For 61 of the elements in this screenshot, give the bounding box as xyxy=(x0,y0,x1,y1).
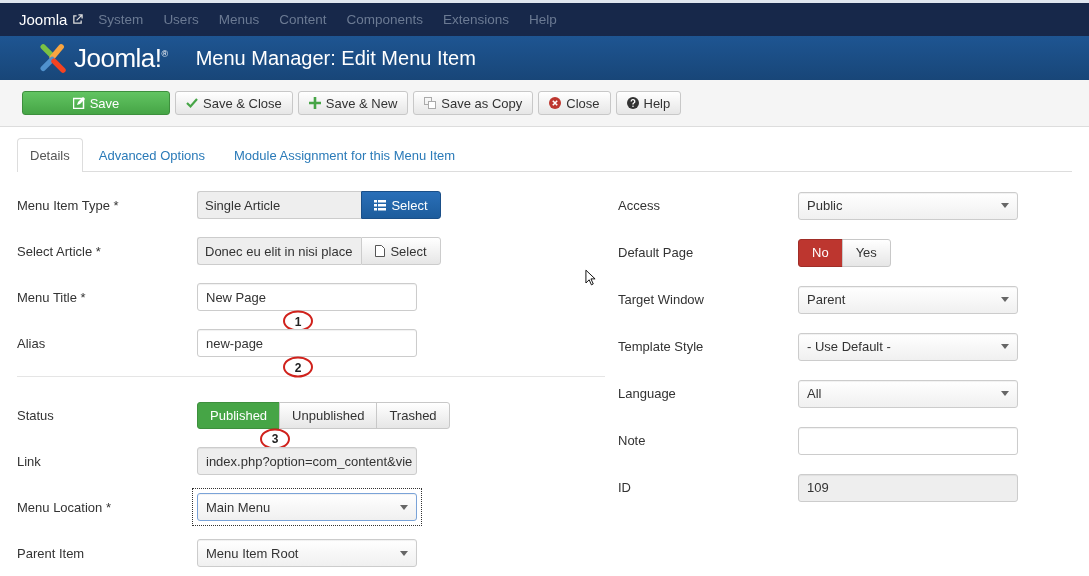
toolbar-button[interactable]: Help xyxy=(615,91,682,115)
close-icon xyxy=(549,97,562,109)
field-label: Template Style xyxy=(618,339,705,354)
select-dropdown[interactable]: Main Menu xyxy=(197,493,417,521)
toggle-button[interactable]: Yes xyxy=(841,238,891,267)
field-label: Language xyxy=(618,386,677,401)
text-field[interactable]: new-page xyxy=(197,329,417,357)
toolbar-button[interactable]: Save & Close xyxy=(175,91,293,115)
text-field[interactable]: New Page xyxy=(197,283,417,311)
field-label: Note xyxy=(618,433,647,448)
select-button[interactable]: Select xyxy=(361,191,441,219)
readonly-field: 109 xyxy=(798,473,1018,502)
toolbar-button[interactable]: Close xyxy=(538,91,611,115)
caret-icon xyxy=(1001,344,1009,349)
logo-text: Joomla!$^{®}$ xyxy=(74,42,168,74)
readonly-field: Donec eu elit in nisi place xyxy=(197,237,361,265)
mouse-cursor-icon xyxy=(585,269,596,286)
text-field[interactable] xyxy=(798,426,1018,455)
status-toggle-button[interactable]: Trashed xyxy=(376,401,450,429)
field-label: Alias xyxy=(17,335,47,351)
help-icon xyxy=(626,97,639,109)
brand-link[interactable]: Joomla xyxy=(19,11,68,28)
caret-icon xyxy=(1001,203,1009,208)
field-label: Select Article * xyxy=(17,243,102,259)
status-toggle-button[interactable]: Unpublished xyxy=(279,401,378,429)
caret-icon xyxy=(1001,297,1009,302)
external-link-icon xyxy=(72,14,84,25)
select-dropdown[interactable]: Public xyxy=(798,191,1018,220)
field-label: Target Window xyxy=(618,292,705,307)
field-label: Default Page xyxy=(618,245,695,260)
field-label: Access xyxy=(618,198,661,213)
caret-icon xyxy=(1001,391,1009,396)
caret-icon xyxy=(400,504,408,510)
edit-icon xyxy=(72,97,85,109)
plus-icon xyxy=(308,97,321,109)
tab[interactable]: Module Assignment for this Menu Item xyxy=(221,138,469,172)
field-label: ID xyxy=(618,480,632,495)
toolbar-button[interactable]: Save & New xyxy=(297,91,409,115)
select-dropdown[interactable]: - Use Default - xyxy=(798,332,1018,361)
check-icon xyxy=(186,97,198,109)
field-label: Menu Item Type * xyxy=(17,197,120,213)
field-label: Link xyxy=(17,453,42,469)
copy-icon xyxy=(424,97,437,109)
readonly-field: Single Article xyxy=(197,191,361,219)
toggle-button[interactable]: No xyxy=(798,238,843,267)
toolbar-button[interactable]: Save as Copy xyxy=(413,91,534,115)
select-button[interactable]: Select xyxy=(361,237,441,265)
field-label: Parent Item xyxy=(17,545,86,561)
page-title: Menu Manager: Edit Menu Item xyxy=(195,46,476,70)
caret-icon xyxy=(400,550,408,556)
select-dropdown[interactable]: Menu Item Root xyxy=(197,539,417,567)
readonly-field: index.php?option=com_content&vie xyxy=(197,447,417,475)
select-dropdown[interactable]: All xyxy=(798,379,1018,408)
field-label: Menu Location * xyxy=(17,499,112,515)
tab[interactable]: Advanced Options xyxy=(85,138,218,172)
file-icon xyxy=(375,245,386,257)
tab[interactable]: Details xyxy=(17,138,83,172)
field-label: Menu Title * xyxy=(17,289,87,305)
list-icon xyxy=(374,199,387,211)
select-dropdown[interactable]: Parent xyxy=(798,285,1018,314)
field-label: Status xyxy=(17,407,55,423)
